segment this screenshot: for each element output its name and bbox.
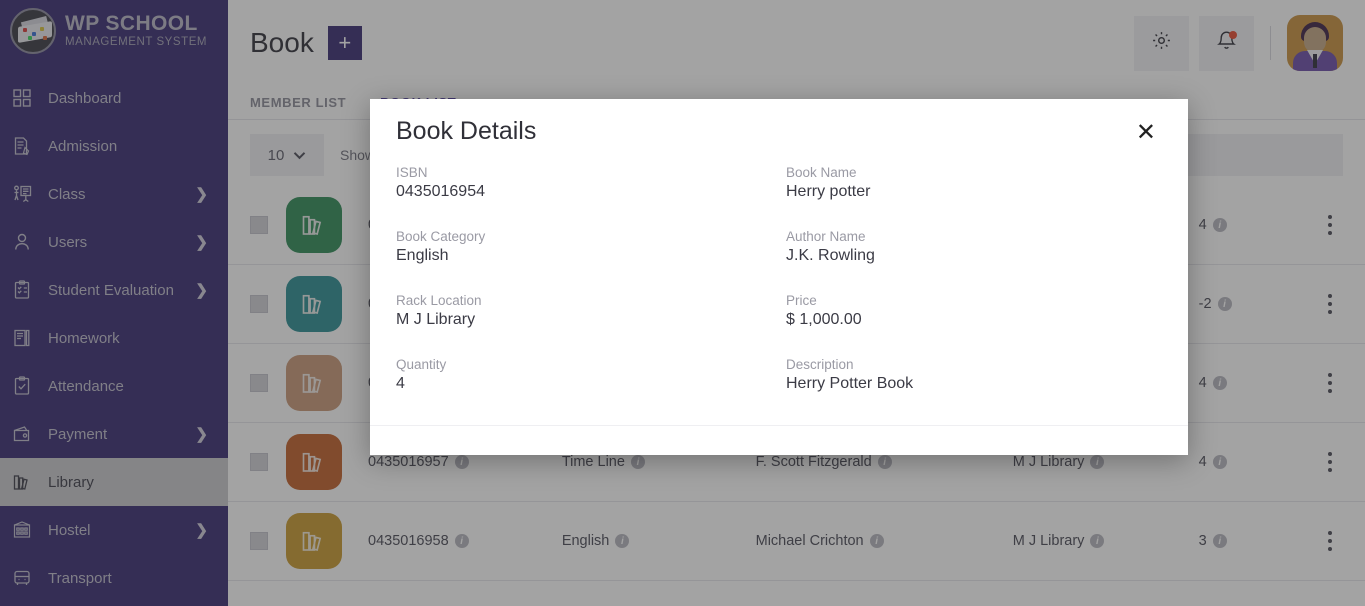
field-isbn: ISBN 0435016954 [396,165,786,229]
close-icon[interactable]: ✕ [1130,117,1162,149]
field-label: ISBN [396,165,428,180]
field-label: Book Category [396,229,486,244]
field-label: Price [786,293,817,308]
modal-footer [370,425,1188,455]
modal-body: ISBN 0435016954 Book Name Herry potter B… [370,149,1188,425]
field-price: Price $ 1,000.00 [786,293,1162,357]
book-details-modal: Book Details ✕ ISBN 0435016954 Book Name… [370,99,1188,455]
field-quantity: Quantity 4 [396,357,786,421]
field-label: Description [786,357,854,372]
field-author-name: Author Name J.K. Rowling [786,229,1162,293]
modal-title: Book Details [396,117,537,145]
field-book-category: Book Category English [396,229,786,293]
field-value: $ 1,000.00 [786,311,862,328]
field-label: Book Name [786,165,857,180]
field-label: Author Name [786,229,866,244]
field-label: Rack Location [396,293,482,308]
field-label: Quantity [396,357,447,372]
field-value: 0435016954 [396,183,485,200]
field-value: J.K. Rowling [786,247,875,264]
field-value: English [396,247,449,264]
field-description: Description Herry Potter Book [786,357,1162,421]
field-value: Herry Potter Book [786,375,914,392]
field-value: 4 [396,375,405,392]
field-rack-location: Rack Location M J Library [396,293,786,357]
field-book-name: Book Name Herry potter [786,165,1162,229]
app-root: WP SCHOOL MANAGEMENT SYSTEM Dashboard Ad… [0,0,1365,606]
field-value: M J Library [396,311,476,328]
field-value: Herry potter [786,183,871,200]
modal-header: Book Details ✕ [370,99,1188,149]
